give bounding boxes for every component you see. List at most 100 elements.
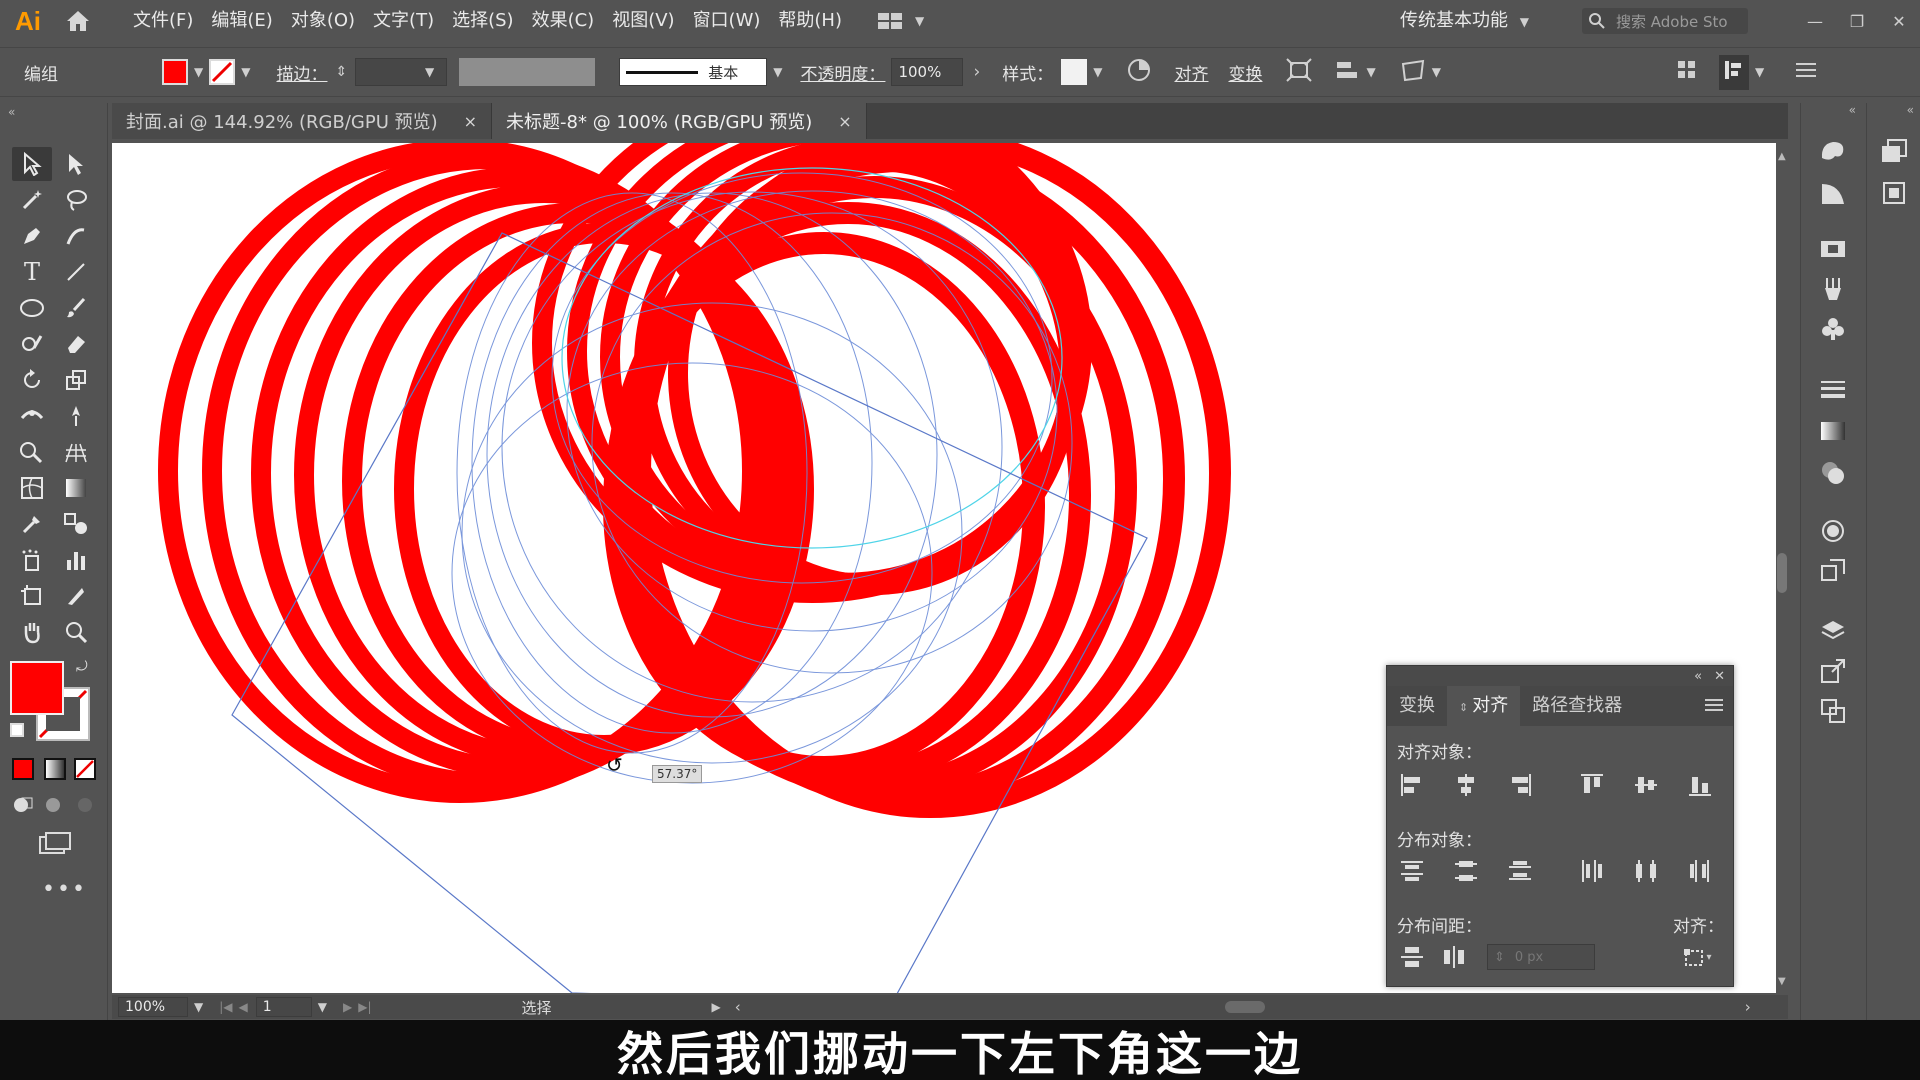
scale-tool-icon[interactable]: [56, 363, 96, 397]
draw-behind-icon[interactable]: [44, 795, 66, 819]
stroke-panel-icon[interactable]: [1816, 373, 1850, 405]
gradient-panel-icon[interactable]: [1816, 415, 1850, 447]
default-colors-icon[interactable]: [10, 723, 24, 737]
stroke-swatch[interactable]: [209, 59, 236, 85]
edit-toolbar-icon[interactable]: •••: [42, 877, 87, 902]
asset-export-icon[interactable]: [1877, 177, 1911, 209]
next-artboard-icon[interactable]: ▶: [343, 1000, 352, 1014]
panel-menu-icon[interactable]: [1705, 696, 1723, 717]
brush-profile-select[interactable]: 基本: [619, 58, 768, 86]
swatches-icon[interactable]: [1816, 233, 1850, 265]
color-guide-icon[interactable]: [1816, 135, 1850, 167]
mesh-tool-icon[interactable]: [12, 471, 52, 505]
chevron-down-icon[interactable]: ▼: [1093, 65, 1102, 79]
line-segment-tool-icon[interactable]: [56, 255, 96, 289]
menu-type[interactable]: 文字(T): [364, 0, 443, 42]
envelope-distort-icon[interactable]: [1400, 58, 1426, 87]
align-to-selection-icon[interactable]: ▾: [1675, 942, 1719, 972]
menu-effect[interactable]: 效果(C): [523, 0, 604, 42]
transform-link[interactable]: 变换: [1228, 60, 1262, 85]
horizontal-distribute-left-icon[interactable]: [1577, 856, 1607, 886]
horizontal-distribute-space-icon[interactable]: [1439, 942, 1469, 972]
type-tool-icon[interactable]: T: [12, 255, 52, 289]
menu-select[interactable]: 选择(S): [443, 0, 522, 42]
rotate-tool-icon[interactable]: [12, 363, 52, 397]
stock-search-input[interactable]: 搜索 Adobe Sto: [1582, 8, 1748, 34]
screen-mode-icon[interactable]: [38, 831, 72, 861]
workspace-switcher[interactable]: 传统基本功能 ▼: [1400, 0, 1535, 42]
spacing-value-input[interactable]: ⇕ 0 px: [1487, 944, 1595, 970]
status-menu-icon[interactable]: ▶: [712, 1000, 721, 1014]
chevron-down-icon[interactable]: ▼: [773, 65, 782, 79]
home-icon[interactable]: [56, 0, 100, 42]
chevron-right-icon[interactable]: ›: [973, 62, 980, 82]
color-mode-button[interactable]: [12, 758, 34, 780]
pen-tool-icon[interactable]: [12, 219, 52, 253]
collapse-panel-icon[interactable]: «: [1694, 669, 1702, 684]
blend-tool-icon[interactable]: [56, 507, 96, 541]
gradient-mode-button[interactable]: [44, 758, 66, 780]
tab-transform[interactable]: 变换: [1387, 686, 1447, 726]
horizontal-distribute-center-icon[interactable]: [1631, 856, 1661, 886]
image-trace-icon[interactable]: [1816, 555, 1850, 587]
variable-width-select[interactable]: [459, 58, 596, 86]
stroke-weight-select[interactable]: ▼: [355, 58, 448, 86]
libraries-icon[interactable]: [1877, 135, 1911, 167]
zoom-tool-icon[interactable]: [56, 615, 96, 649]
draw-inside-icon[interactable]: [74, 795, 96, 819]
vertical-distribute-top-icon[interactable]: [1397, 856, 1427, 886]
minimize-button[interactable]: —: [1794, 0, 1836, 42]
none-mode-button[interactable]: [74, 758, 96, 780]
chevron-down-icon[interactable]: ▼: [1366, 65, 1375, 79]
horizontal-align-center-icon[interactable]: [1451, 770, 1481, 800]
close-window-button[interactable]: ✕: [1878, 0, 1920, 42]
fill-color-front[interactable]: [10, 661, 64, 715]
vertical-align-center-icon[interactable]: [1631, 770, 1661, 800]
width-tool-icon[interactable]: [12, 399, 52, 433]
shape-builder-tool-icon[interactable]: [12, 435, 52, 469]
menu-file[interactable]: 文件(F): [124, 0, 202, 42]
scroll-left-icon[interactable]: ‹: [735, 998, 741, 1016]
tab-align[interactable]: ⇕ 对齐: [1447, 686, 1521, 726]
collapse-panel-icon[interactable]: «: [8, 105, 15, 119]
collapse-dock-icon[interactable]: «: [1907, 103, 1914, 117]
close-tab-icon[interactable]: ×: [838, 112, 851, 131]
tab-pathfinder[interactable]: 路径查找器: [1520, 686, 1634, 726]
paintbrush-tool-icon[interactable]: [56, 291, 96, 325]
stroke-stepper[interactable]: ⇕: [335, 64, 347, 80]
fill-swatch[interactable]: [162, 59, 188, 85]
puppet-warp-tool-icon[interactable]: [56, 399, 96, 433]
vertical-align-bottom-icon[interactable]: [1685, 770, 1715, 800]
ellipse-tool-icon[interactable]: [12, 291, 52, 325]
graphic-style-swatch[interactable]: [1061, 59, 1088, 85]
gradient-tool-icon[interactable]: [56, 471, 96, 505]
panel-menu-icon[interactable]: [1796, 62, 1817, 83]
transparency-icon[interactable]: [1816, 457, 1850, 489]
column-graph-tool-icon[interactable]: [56, 543, 96, 577]
zoom-input[interactable]: 100%: [118, 997, 188, 1017]
artboards-icon[interactable]: [1816, 695, 1850, 727]
isolate-group-icon[interactable]: [1286, 57, 1313, 87]
vertical-scrollbar[interactable]: ▲ ▼: [1776, 143, 1788, 993]
last-artboard-icon[interactable]: ▶|: [358, 1000, 371, 1014]
slice-tool-icon[interactable]: [56, 579, 96, 613]
brushes-icon[interactable]: [1816, 273, 1850, 305]
scroll-thumb[interactable]: [1777, 553, 1787, 593]
artboard-number-input[interactable]: 1: [255, 997, 312, 1017]
lasso-tool-icon[interactable]: [56, 183, 96, 217]
close-tab-icon[interactable]: ×: [464, 112, 477, 131]
arrange-documents-button[interactable]: ▼: [877, 0, 937, 42]
shaper-tool-icon[interactable]: [12, 327, 52, 361]
recolor-artwork-icon[interactable]: [1126, 57, 1152, 88]
export-icon[interactable]: [1816, 655, 1850, 687]
horizontal-scroll-thumb[interactable]: [1224, 1001, 1265, 1013]
hand-tool-icon[interactable]: [12, 615, 52, 649]
scroll-up-icon[interactable]: ▲: [1778, 151, 1786, 162]
perspective-grid-tool-icon[interactable]: [56, 435, 96, 469]
graphic-styles-icon[interactable]: [1816, 177, 1850, 209]
collapse-dock-icon[interactable]: «: [1849, 103, 1856, 117]
symbol-sprayer-tool-icon[interactable]: [12, 543, 52, 577]
prev-artboard-icon[interactable]: ◀: [239, 1000, 248, 1014]
menu-view[interactable]: 视图(V): [603, 0, 683, 42]
chevron-down-icon[interactable]: ▼: [194, 1000, 203, 1014]
